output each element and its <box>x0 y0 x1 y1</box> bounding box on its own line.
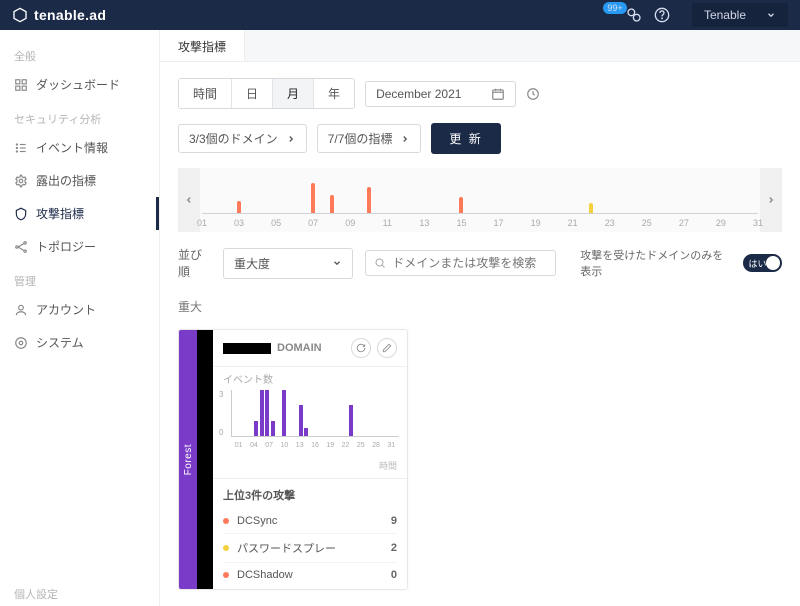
chevron-down-icon <box>332 258 342 268</box>
help-icon[interactable] <box>654 7 670 23</box>
attack-name: パスワードスプレー <box>237 540 391 556</box>
time-month[interactable]: 月 <box>272 79 313 108</box>
sort-select[interactable]: 重大度 <box>223 248 353 279</box>
domain-card: Forest DOMAIN <box>178 329 408 590</box>
attacked-only-toggle[interactable]: はい <box>743 254 782 272</box>
tenant-selector[interactable]: Tenable <box>692 3 788 27</box>
chevron-right-icon <box>286 134 296 144</box>
date-picker[interactable]: December 2021 <box>365 81 516 107</box>
redacted-text <box>223 343 271 354</box>
tab-attack-indicator[interactable]: 攻撃指標 <box>160 30 245 61</box>
shield-icon <box>14 207 28 221</box>
sidebar-item-attack-indicator[interactable]: 攻撃指標 <box>0 197 159 230</box>
calendar-icon <box>491 87 505 101</box>
forest-label: Forest <box>179 330 197 589</box>
sidebar-item-system[interactable]: システム <box>0 326 159 359</box>
time-day[interactable]: 日 <box>231 79 272 108</box>
severity-heading: 重大 <box>178 298 782 315</box>
search-box[interactable] <box>365 250 556 276</box>
time-granularity: 時間 日 月 年 <box>178 78 355 109</box>
sidebar: 全般 ダッシュボード セキュリティ分析 イベント情報 露出の指標 攻撃指標 トポ… <box>0 30 160 606</box>
sort-label: 並び順 <box>178 246 211 280</box>
sidebar-item-exposure[interactable]: 露出の指標 <box>0 164 159 197</box>
attack-count: 9 <box>391 515 397 527</box>
severity-dot <box>223 545 229 551</box>
link-icon[interactable] <box>626 7 642 23</box>
circle-icon <box>14 336 28 350</box>
attack-row[interactable]: DCSync9 <box>223 509 397 533</box>
top3-title: 上位3件の攻撃 <box>223 487 397 503</box>
attack-row[interactable]: パスワードスプレー2 <box>223 533 397 562</box>
topology-icon <box>14 240 28 254</box>
attack-count: 2 <box>391 542 397 554</box>
list-icon <box>14 141 28 155</box>
product-logo: tenable.ad <box>12 7 106 23</box>
side-group: 個人設定 <box>0 576 159 606</box>
time-year[interactable]: 年 <box>313 79 354 108</box>
side-group: 管理 <box>0 263 159 293</box>
sidebar-item-dashboard[interactable]: ダッシュボード <box>0 68 159 101</box>
sidebar-item-account[interactable]: アカウント <box>0 293 159 326</box>
timeline: 01030507091113151719212325272931 <box>178 168 782 232</box>
domain-filter-chip[interactable]: 3/3個のドメイン <box>178 124 307 153</box>
mini-chart-xlabel: 時間 <box>213 457 407 478</box>
severity-dot <box>223 572 229 578</box>
clock-icon[interactable] <box>526 87 540 101</box>
side-group: セキュリティ分析 <box>0 101 159 131</box>
event-mini-chart: 30 0104071013161922252831 <box>213 390 407 457</box>
user-icon <box>14 303 28 317</box>
attack-name: DCSync <box>237 515 391 527</box>
attack-name: DCShadow <box>237 569 391 581</box>
notifications-icon[interactable]: 99+ <box>598 7 614 23</box>
search-icon <box>374 257 386 269</box>
notification-badge: 99+ <box>603 2 626 14</box>
refresh-icon <box>356 343 366 353</box>
attack-row[interactable]: DCShadow0 <box>223 562 397 587</box>
redacted-bar <box>197 330 213 589</box>
chevron-right-icon <box>400 134 410 144</box>
update-button[interactable]: 更 新 <box>431 123 500 154</box>
attack-count: 0 <box>391 569 397 581</box>
card-domain-suffix: DOMAIN <box>277 342 322 354</box>
tabbar: 攻撃指標 <box>160 30 800 62</box>
attacked-only-label: 攻撃を受けたドメインのみを表示 <box>580 247 731 279</box>
sidebar-item-topology[interactable]: トポロジー <box>0 230 159 263</box>
severity-dot <box>223 518 229 524</box>
pencil-icon <box>382 343 392 353</box>
gear-icon <box>14 174 28 188</box>
grid-icon <box>14 78 28 92</box>
timeline-next[interactable] <box>760 168 782 232</box>
event-count-label: イベント数 <box>213 367 407 390</box>
time-hour[interactable]: 時間 <box>179 79 231 108</box>
refresh-button[interactable] <box>351 338 371 358</box>
sidebar-item-event-info[interactable]: イベント情報 <box>0 131 159 164</box>
edit-button[interactable] <box>377 338 397 358</box>
search-input[interactable] <box>392 256 547 270</box>
indicator-filter-chip[interactable]: 7/7個の指標 <box>317 124 422 153</box>
side-group: 全般 <box>0 38 159 68</box>
